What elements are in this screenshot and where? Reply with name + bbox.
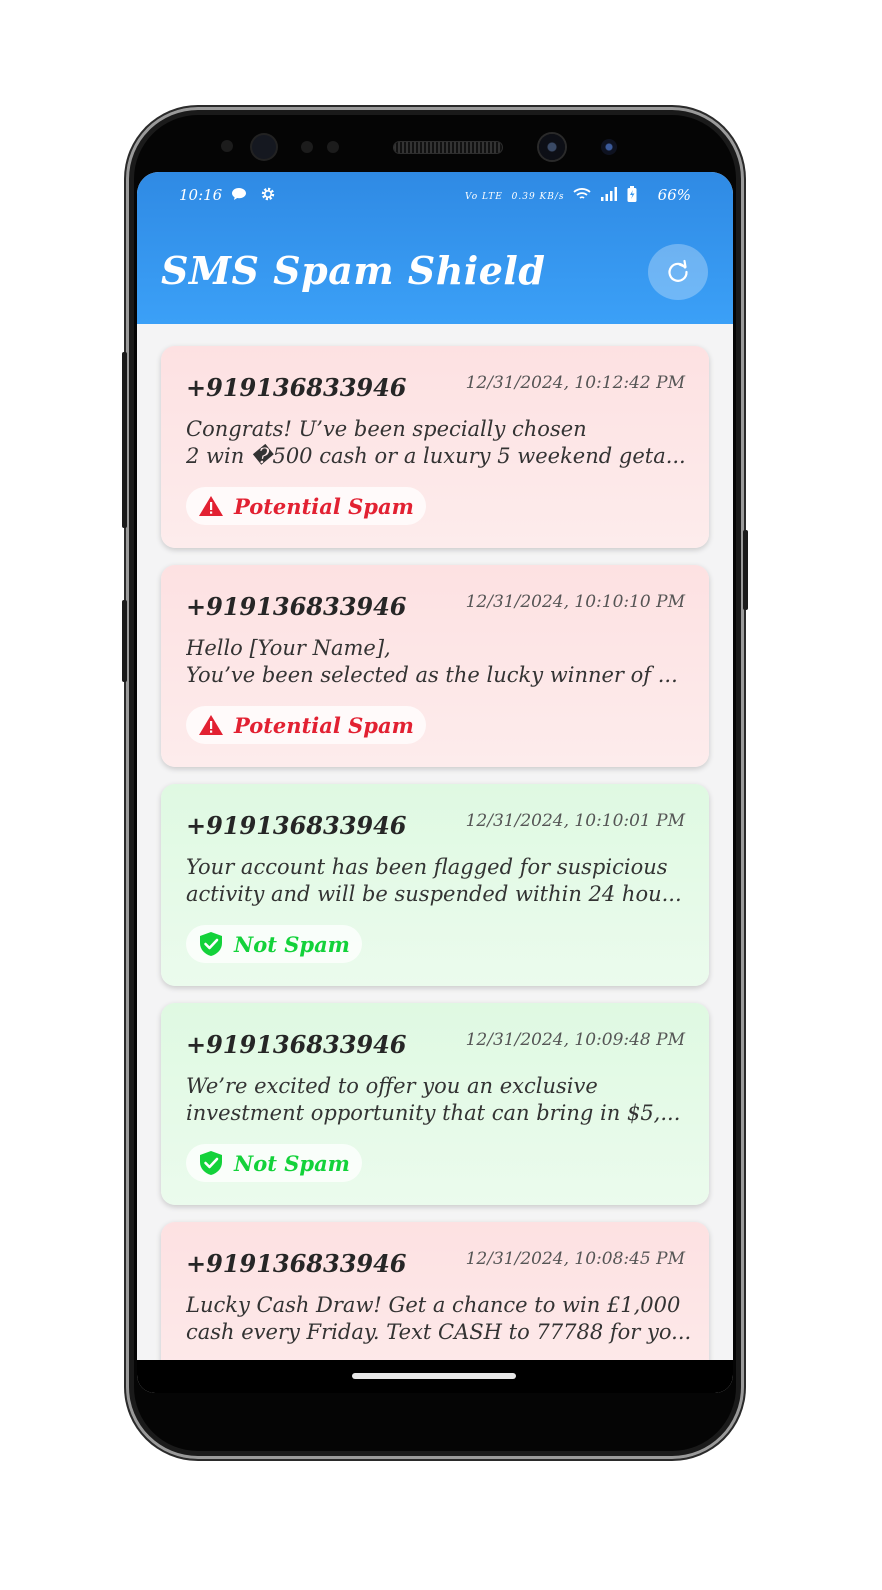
warning-icon	[198, 495, 224, 517]
status-label: Potential Spam	[234, 493, 414, 519]
safe-status-badge: Not Spam	[186, 1144, 362, 1182]
app-title: SMS Spam Shield	[161, 248, 546, 293]
message-preview: Congrats! U’ve been specially chosen 2 w…	[186, 416, 691, 470]
message-card[interactable]: +919136833946 12/31/2024, 10:09:48 PM We…	[161, 1003, 709, 1205]
power-button	[743, 530, 748, 610]
shield-check-icon	[198, 1150, 224, 1176]
message-card[interactable]: +919136833946 12/31/2024, 10:12:42 PM Co…	[161, 346, 709, 548]
sender-number: +919136833946	[186, 811, 407, 840]
sender-number: +919136833946	[186, 373, 407, 402]
message-card[interactable]: +919136833946 12/31/2024, 10:10:10 PM He…	[161, 565, 709, 767]
bixby-button	[122, 600, 127, 682]
battery-icon	[627, 186, 637, 202]
status-time: 10:16	[179, 186, 223, 204]
front-sensor	[301, 141, 313, 153]
message-preview: Lucky Cash Draw! Get a chance to win £1,…	[186, 1292, 691, 1346]
message-line: Your account has been flagged for suspic…	[186, 855, 668, 879]
message-line: investment opportunity that can bring in…	[186, 1101, 681, 1125]
spam-status-badge: Potential Spam	[186, 706, 426, 744]
message-line: You’ve been selected as the lucky winner…	[186, 663, 678, 687]
status-bar: 10:16 Vo LTE 0.39 KB/s 66%	[137, 172, 733, 220]
status-label: Not Spam	[234, 1150, 350, 1176]
status-label: Not Spam	[234, 931, 350, 957]
front-camera	[539, 134, 565, 160]
chat-bubble-icon	[232, 188, 246, 200]
warning-icon	[198, 714, 224, 736]
message-preview: Hello [Your Name], You’ve been selected …	[186, 635, 691, 689]
shield-check-icon	[198, 931, 224, 957]
wifi-icon	[573, 188, 591, 199]
network-label: Vo LTE	[465, 192, 503, 202]
front-sensor	[221, 140, 233, 152]
sender-number: +919136833946	[186, 592, 407, 621]
iris-sensor	[601, 139, 617, 155]
message-line: cash every Friday. Text CASH to 77788 fo…	[186, 1320, 691, 1344]
message-line: We’re excited to offer you an exclusive	[186, 1074, 598, 1098]
message-timestamp: 12/31/2024, 10:10:10 PM	[465, 592, 685, 612]
message-preview: Your account has been flagged for suspic…	[186, 854, 691, 908]
message-timestamp: 12/31/2024, 10:08:45 PM	[465, 1249, 685, 1269]
app-header: 10:16 Vo LTE 0.39 KB/s 66% SMS Spam Shie…	[137, 172, 733, 324]
gear-icon	[261, 187, 274, 201]
spam-status-badge: Potential Spam	[186, 487, 426, 525]
message-card[interactable]: +919136833946 12/31/2024, 10:10:01 PM Yo…	[161, 784, 709, 986]
front-sensor	[327, 141, 339, 153]
status-right-icons: Vo LTE 0.39 KB/s	[465, 186, 637, 202]
home-gesture-bar[interactable]	[352, 1373, 516, 1379]
battery-percent: 66%	[657, 186, 691, 204]
refresh-icon	[668, 259, 688, 282]
sender-number: +919136833946	[186, 1030, 407, 1059]
phone-screen: 10:16 Vo LTE 0.39 KB/s 66% SMS Spam Shie…	[137, 172, 733, 1393]
speed-label: 0.39 KB/s	[511, 192, 565, 202]
message-list: +919136833946 12/31/2024, 10:12:42 PM Co…	[161, 346, 709, 1393]
message-line: Lucky Cash Draw! Get a chance to win £1,…	[186, 1293, 681, 1317]
message-line: Congrats! U’ve been specially chosen	[186, 417, 587, 441]
safe-status-badge: Not Spam	[186, 925, 362, 963]
front-sensor	[252, 135, 276, 159]
message-timestamp: 12/31/2024, 10:10:01 PM	[465, 811, 685, 831]
status-left-icons	[231, 185, 276, 203]
volume-button	[122, 352, 127, 528]
message-timestamp: 12/31/2024, 10:12:42 PM	[465, 373, 685, 393]
sender-number: +919136833946	[186, 1249, 407, 1278]
navigation-bar	[137, 1360, 733, 1393]
message-line: activity and will be suspended within 24…	[186, 882, 682, 906]
refresh-button[interactable]	[648, 244, 708, 300]
message-preview: We’re excited to offer you an exclusive …	[186, 1073, 691, 1127]
earpiece-speaker	[394, 142, 502, 153]
message-timestamp: 12/31/2024, 10:09:48 PM	[465, 1030, 685, 1050]
signal-icon	[601, 187, 618, 201]
status-label: Potential Spam	[234, 712, 414, 738]
message-line: 2 win �500 cash or a luxury 5 weekend ge…	[186, 444, 686, 468]
message-line: Hello [Your Name],	[186, 636, 391, 660]
